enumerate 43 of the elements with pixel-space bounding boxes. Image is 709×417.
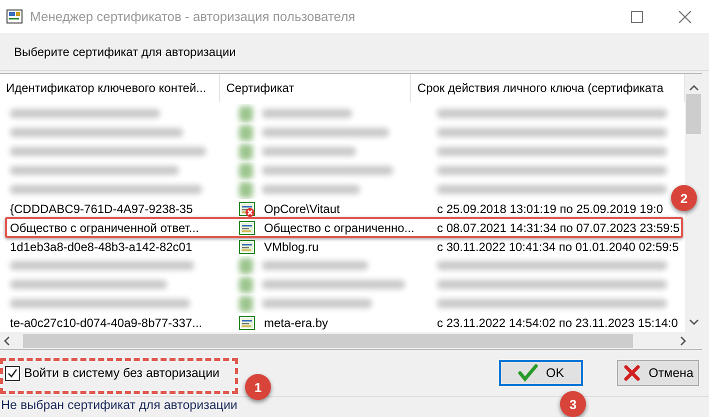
container-name: te-a0c27c10-d074-40a9-8b77-337... — [10, 316, 202, 330]
horizontal-scrollbar[interactable] — [0, 332, 702, 349]
annotation-badge: 1 — [245, 374, 271, 400]
container-name: Общество с ограниченной ответ... — [10, 220, 199, 234]
scroll-up-icon[interactable] — [688, 84, 698, 92]
maximize-icon[interactable] — [631, 10, 643, 22]
scroll-down-icon[interactable] — [688, 318, 698, 326]
blurred-icon — [239, 258, 253, 274]
blurred-icon — [239, 106, 253, 122]
blurred-icon — [239, 296, 253, 312]
scroll-left-icon[interactable] — [3, 336, 11, 346]
blurred-icon — [239, 182, 253, 198]
annotation-badge: 3 — [560, 391, 586, 417]
status-text: Не выбран сертификат для авторизации — [1, 398, 238, 412]
cancel-button[interactable]: Отмена — [617, 360, 699, 386]
container-name: 1d1eb3a8-d0e8-48b3-a142-82c01 — [10, 240, 192, 254]
blurred-icon — [239, 144, 253, 160]
scroll-thumb[interactable] — [23, 334, 633, 348]
check-icon — [7, 368, 18, 378]
validity-period: с 23.11.2022 14:54:02 по 23.11.2023 15:14:0 — [437, 316, 678, 330]
scroll-right-icon[interactable] — [679, 336, 687, 346]
validity-period: с 08.07.2021 14:31:34 по 07.07.2023 23:59:5 — [437, 220, 680, 234]
certificate-name: VMblog.ru — [264, 240, 319, 254]
instruction-text: Выберите сертификат для авторизации — [14, 44, 236, 58]
cross-icon — [622, 364, 641, 382]
blurred-icon — [239, 124, 253, 140]
certificate-name: OpCore\Vitaut — [264, 202, 340, 216]
login-checkbox[interactable]: Войти в систему без авторизации — [5, 366, 220, 380]
validity-period: с 30.11.2022 10:41:34 по 01.01.2040 02:59:5 — [437, 240, 679, 254]
column-header[interactable]: Сертификат — [220, 74, 412, 102]
scroll-thumb[interactable] — [686, 94, 701, 134]
certificate-name: meta-era.by — [264, 316, 328, 330]
column-header[interactable]: Идентификатор ключевого контей... — [0, 74, 220, 102]
check-icon — [518, 364, 538, 382]
validity-period: с 25.09.2018 13:01:19 по 25.09.2019 19:0 — [437, 202, 664, 216]
window-title: Менеджер сертификатов - авторизация пользователя — [30, 9, 356, 24]
blurred-icon — [239, 162, 253, 178]
blurred-icon — [239, 276, 253, 292]
ok-button[interactable]: OK — [499, 360, 583, 386]
certificate-name: Общество с ограниченно... — [264, 220, 414, 234]
close-icon[interactable] — [679, 10, 691, 22]
container-name: {CDDDABC9-761D-4A97-9238-35 — [10, 202, 193, 216]
app-icon — [6, 8, 24, 24]
